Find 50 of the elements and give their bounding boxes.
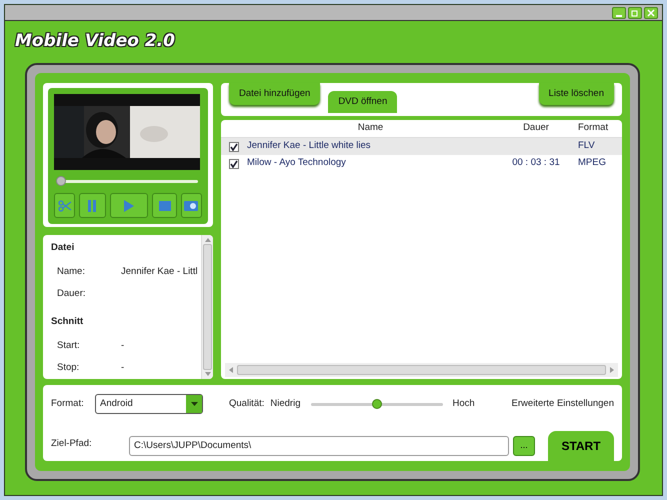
clear-list-button[interactable]: Liste löschen xyxy=(538,83,614,106)
column-header: Format xyxy=(578,121,610,136)
play-icon[interactable] xyxy=(110,193,148,218)
caret-icon xyxy=(190,402,198,406)
tab[interactable]: DVD öffnen xyxy=(328,91,398,114)
pause-icon[interactable] xyxy=(79,193,106,218)
tab[interactable]: Datei hinzufügen xyxy=(229,83,320,106)
table-cell-text: Milow - Ayo Technology xyxy=(247,156,347,170)
start-button[interactable]: START xyxy=(548,431,614,461)
table-cell-text: FLV xyxy=(578,139,596,154)
scroll-right-icon[interactable] xyxy=(610,367,614,373)
quality-label: Qualität: xyxy=(229,396,264,411)
table-cell-text: Jennifer Kae - Little white lies xyxy=(247,139,372,154)
vertical-scrollbar[interactable] xyxy=(201,235,213,379)
horizontal-scrollbar[interactable] xyxy=(225,363,618,377)
path-label: Ziel-Pfad: xyxy=(51,436,93,451)
field-value: Jennifer Kae - Littl xyxy=(121,265,198,280)
quality-high-label: Hoch xyxy=(452,396,475,411)
table-row[interactable]: Milow - Ayo Technology 00 : 03 : 31 MPEG xyxy=(221,155,622,172)
field-label: Dauer: xyxy=(57,287,87,302)
table-cell-text: MPEG xyxy=(578,156,607,170)
advanced-settings-link[interactable]: Erweiterte Einstellungen xyxy=(512,396,614,412)
checkbox[interactable] xyxy=(229,158,239,168)
column-header: Name xyxy=(356,121,384,136)
minimize-icon[interactable] xyxy=(612,7,626,19)
column-header: Dauer xyxy=(522,121,550,136)
scissors-icon[interactable] xyxy=(54,193,76,218)
format-label: Format: xyxy=(51,396,85,411)
stop-icon[interactable] xyxy=(152,193,177,218)
camera-icon[interactable] xyxy=(180,193,202,218)
maximize-icon[interactable] xyxy=(628,7,642,19)
scroll-up-icon[interactable] xyxy=(204,238,211,242)
path-field[interactable]: C:\Users\JUPP\Documents\ xyxy=(129,436,509,456)
scroll-down-icon[interactable] xyxy=(204,372,211,376)
field-label: Stop: xyxy=(57,361,80,376)
table-cell-text: 00 : 03 : 31 xyxy=(511,156,561,170)
section-heading: Datei xyxy=(51,241,76,255)
field-label: Name: xyxy=(57,265,86,280)
scroll-left-icon[interactable] xyxy=(229,367,233,373)
field-label: Start: xyxy=(57,339,81,354)
close-icon[interactable] xyxy=(644,7,658,19)
app-logo: Mobile Video 2.0 xyxy=(15,30,175,54)
field-value: - xyxy=(121,339,124,354)
checkbox[interactable] xyxy=(229,142,239,152)
field-value: - xyxy=(121,361,124,376)
table-row[interactable]: Jennifer Kae - Little white lies FLV xyxy=(221,138,622,155)
quality-low-label: Niedrig xyxy=(270,396,300,411)
format-dropdown[interactable]: Android xyxy=(95,394,203,414)
browse-button[interactable]: ... xyxy=(513,436,535,456)
section-heading: Schnitt xyxy=(51,315,84,330)
